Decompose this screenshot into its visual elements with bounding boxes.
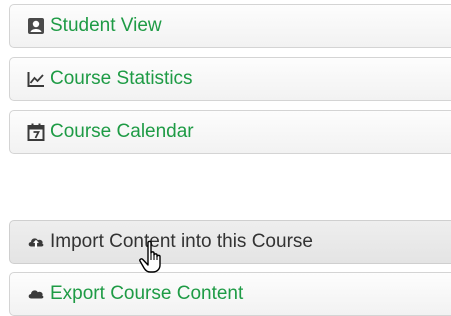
course-statistics-label: Course Statistics bbox=[50, 68, 193, 89]
cloud-download-icon bbox=[27, 285, 45, 303]
cloud-upload-icon bbox=[27, 233, 45, 251]
course-statistics-button[interactable]: Course Statistics bbox=[9, 57, 451, 101]
import-content-label: Import Content into this Course bbox=[50, 231, 313, 252]
export-content-label: Export Course Content bbox=[50, 283, 244, 304]
export-content-button[interactable]: Export Course Content bbox=[9, 272, 451, 316]
student-view-label: Student View bbox=[50, 15, 162, 36]
import-content-button[interactable]: Import Content into this Course bbox=[9, 220, 451, 264]
course-calendar-label: Course Calendar bbox=[50, 121, 194, 142]
statistics-icon bbox=[27, 70, 45, 88]
student-view-button[interactable]: Student View bbox=[9, 4, 451, 48]
calendar-icon bbox=[27, 123, 45, 141]
course-calendar-button[interactable]: Course Calendar bbox=[9, 110, 451, 154]
student-view-icon bbox=[27, 17, 45, 35]
